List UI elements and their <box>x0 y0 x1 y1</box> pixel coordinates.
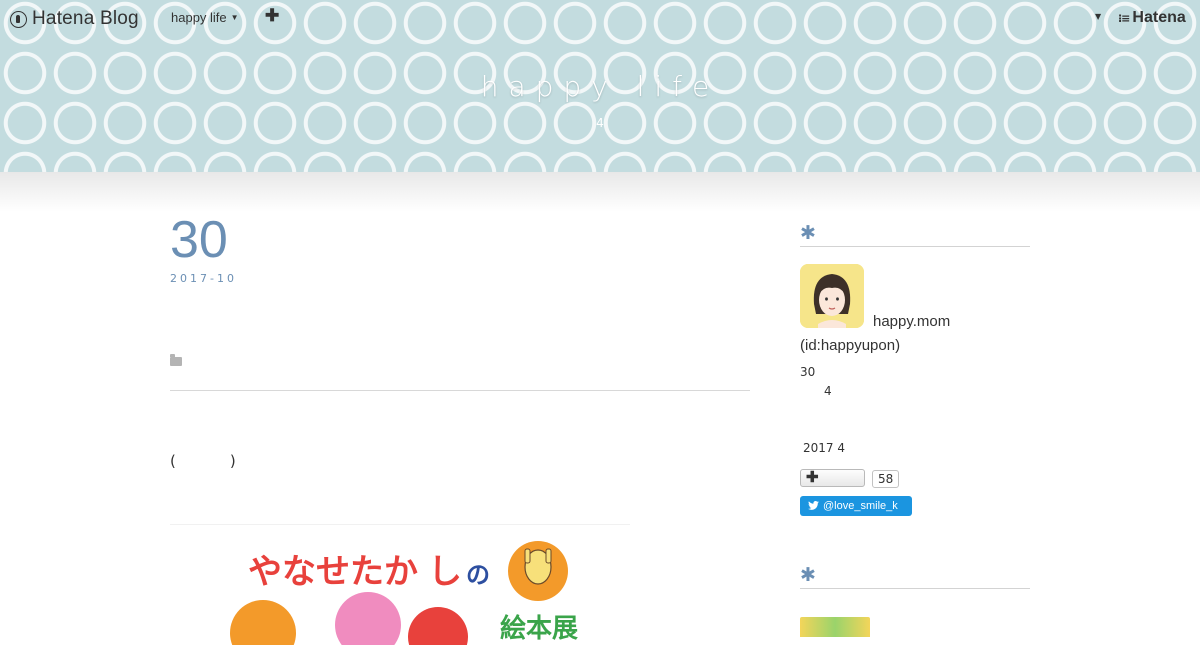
global-header-bar: Hatena Blog happy life ▼ ✚ ▼ ⁝≡ Hatena <box>0 0 1200 38</box>
sidebar-thumbnail[interactable] <box>800 617 870 637</box>
folder-icon <box>170 354 182 366</box>
hatena-logo-text: Hatena <box>1132 9 1186 26</box>
plus-icon: ✚ <box>265 6 280 25</box>
blog-title[interactable]: happy life <box>0 70 1200 103</box>
sidebar: ✱ happy.mom (id:happyupon) 30 4 2017 4 ✚… <box>800 222 1030 637</box>
profile-id: (id:happyupon) <box>800 337 901 354</box>
profile-since-text: 2017 4 <box>803 441 845 455</box>
user-menu-caret-icon[interactable]: ▼ <box>1095 12 1101 21</box>
caret-down-icon: ▼ <box>230 13 239 22</box>
svg-text:の: の <box>466 561 490 589</box>
entry-article: 30 2017-10 () やなせたか し の 絵本展 <box>170 210 750 645</box>
profile-name[interactable]: happy.mom <box>873 313 950 330</box>
svg-text:し: し <box>428 552 462 592</box>
avatar[interactable] <box>800 264 864 328</box>
blog-description: 4 <box>596 116 604 130</box>
avatar-face-icon <box>800 264 864 328</box>
add-button[interactable]: ✚ <box>265 6 279 26</box>
hatena-blog-logo[interactable]: Hatena Blog <box>10 7 139 31</box>
plus-icon: ✚ <box>806 469 819 486</box>
blog-switcher-label: happy life <box>171 10 227 25</box>
header-shadow <box>0 172 1200 212</box>
sidebar-module-2-heading: ✱ <box>800 564 1030 589</box>
entry-category-row <box>170 353 750 391</box>
blog-header: Hatena Blog happy life ▼ ✚ ▼ ⁝≡ Hatena ha… <box>0 0 1200 172</box>
paren-open: ( <box>170 452 176 470</box>
svg-text:絵本展: 絵本展 <box>500 613 578 644</box>
book-cover-image[interactable]: やなせたか し の 絵本展 <box>170 524 630 645</box>
twitter-follow-button[interactable]: @love_smile_k <box>800 496 912 516</box>
asterisk-icon: ✱ <box>800 222 816 244</box>
entry-body-text: () <box>170 452 236 470</box>
twitter-bird-icon <box>808 501 819 510</box>
entry-date-day[interactable]: 30 <box>170 210 750 270</box>
paren-close: ) <box>229 452 236 470</box>
hatena-mark-icon: ⁝≡ <box>1118 11 1130 25</box>
profile-text-line-2: 4 <box>824 384 832 398</box>
follow-button[interactable]: ✚ <box>800 469 865 487</box>
svg-text:やなせたか: やなせたか <box>248 552 418 592</box>
blog-switcher-dropdown[interactable]: happy life ▼ <box>171 10 239 25</box>
hatena-logo[interactable]: ⁝≡ Hatena <box>1118 9 1186 27</box>
profile-module: ✱ happy.mom (id:happyupon) 30 4 2017 4 ✚… <box>800 222 1030 516</box>
book-cover-graphic: やなせたか し の 絵本展 <box>230 541 578 645</box>
entry-date-year-month[interactable]: 2017-10 <box>170 272 750 285</box>
profile-module-heading: ✱ <box>800 222 1030 247</box>
hatena-blog-mark-icon <box>10 10 27 28</box>
follower-count: 58 <box>872 470 900 488</box>
asterisk-icon: ✱ <box>800 564 816 586</box>
twitter-handle: @love_smile_k <box>823 500 898 512</box>
sidebar-module-2: ✱ <box>800 564 1030 589</box>
hatena-blog-logo-text: Hatena Blog <box>32 8 139 29</box>
profile-text-line-1: 30 <box>800 365 816 379</box>
